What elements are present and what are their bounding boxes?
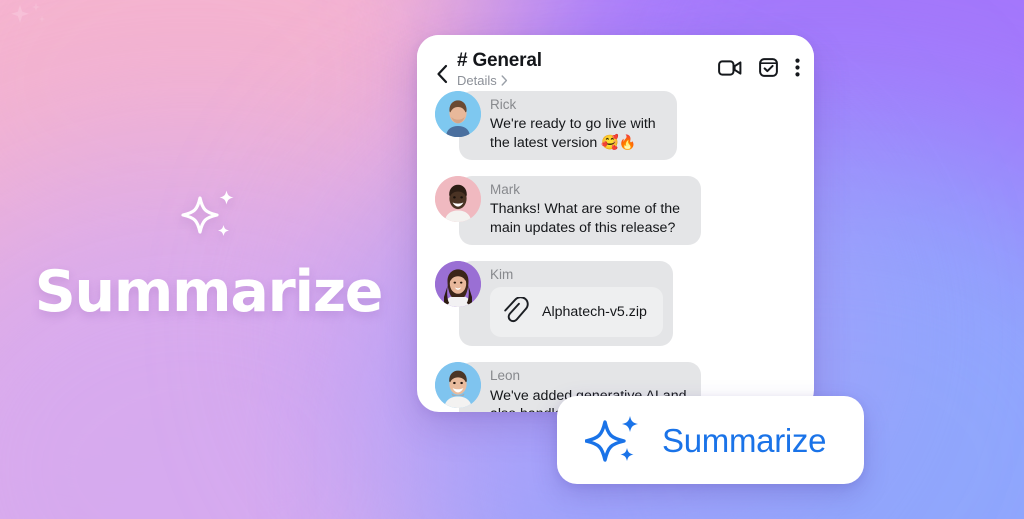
message-row: Rick We're ready to go live with the lat… — [435, 91, 796, 161]
message-sender: Mark — [490, 182, 520, 198]
chevron-left-icon — [437, 64, 448, 84]
message-bubble: Kim Alphatech-v5.zip — [459, 261, 673, 347]
message-list[interactable]: Rick We're ready to go live with the lat… — [417, 35, 814, 412]
avatar[interactable] — [435, 91, 481, 137]
message-row: Mark Thanks! What are some of the main u… — [435, 176, 796, 246]
screenshot-root: Summarize Rick We're ready to go live wi… — [0, 0, 1024, 519]
channel-name: # General — [457, 50, 542, 71]
hero-block: Summarize — [0, 186, 417, 321]
chat-header: # General Details — [417, 35, 814, 88]
back-button[interactable] — [431, 59, 453, 89]
message-bubble: Mark Thanks! What are some of the main u… — [459, 176, 701, 246]
summarize-label: Summarize — [662, 421, 827, 459]
chat-window: Rick We're ready to go live with the lat… — [417, 35, 814, 412]
message-text: Thanks! What are some of the main update… — [490, 201, 681, 236]
message-sender: Kim — [490, 267, 514, 283]
tasks-checkbox-icon[interactable] — [759, 58, 778, 77]
file-attachment[interactable]: Alphatech-v5.zip — [490, 287, 663, 338]
avatar[interactable] — [435, 176, 481, 223]
header-actions — [718, 47, 800, 77]
file-name: Alphatech-v5.zip — [542, 304, 647, 321]
message-row: Kim Alphatech-v5.zip — [435, 261, 796, 347]
message-text: We're ready to go live with the latest v… — [490, 116, 656, 151]
details-label: Details — [457, 72, 497, 88]
more-vertical-icon[interactable] — [795, 58, 800, 77]
message-sender: Leon — [490, 368, 521, 384]
channel-title-group: # General Details — [453, 47, 718, 88]
chevron-right-icon — [501, 75, 507, 86]
details-link[interactable]: Details — [457, 73, 718, 88]
avatar[interactable] — [435, 261, 481, 308]
summarize-button[interactable]: Summarize — [557, 396, 864, 484]
paperclip-icon — [490, 297, 542, 327]
video-camera-icon[interactable] — [718, 59, 742, 77]
sparkle-icon — [11, 3, 45, 23]
message-sender: Rick — [490, 97, 517, 112]
page-title: Summarize — [34, 259, 384, 325]
message-bubble: Rick We're ready to go live with the lat… — [459, 91, 677, 161]
sparkle-icon — [585, 416, 638, 462]
sparkle-icon — [180, 190, 233, 236]
